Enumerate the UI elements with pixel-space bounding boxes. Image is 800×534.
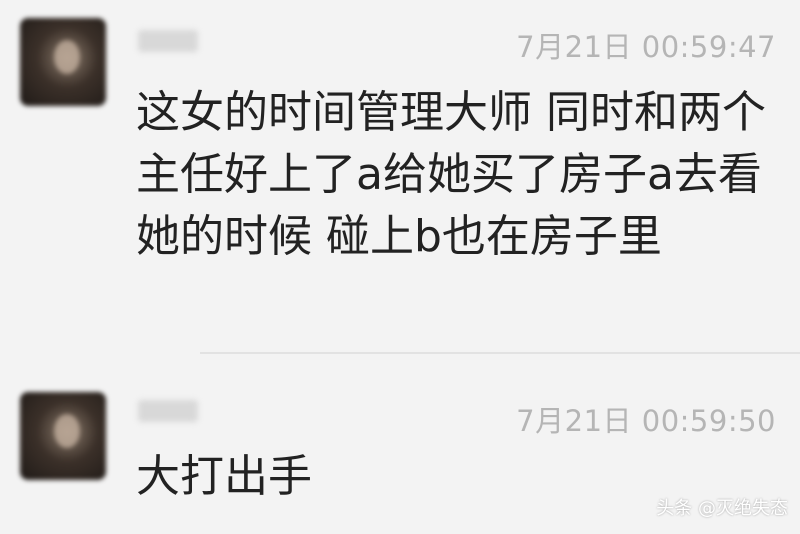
timestamp: 7月21日 00:59:50 — [516, 404, 776, 438]
watermark: 头条 @灭绝失态 — [656, 498, 788, 519]
chat-message: 7月21日 00:59:47 这女的时间管理大师 同时和两个主任好上了a给她买了… — [0, 0, 800, 355]
username — [138, 400, 198, 422]
message-text: 这女的时间管理大师 同时和两个主任好上了a给她买了房子a去看她的时候 碰上b也在… — [136, 87, 766, 262]
avatar[interactable] — [20, 392, 106, 480]
username — [138, 30, 198, 52]
message-divider — [200, 352, 800, 354]
timestamp: 7月21日 00:59:47 — [516, 30, 776, 64]
chat-screen: 7月21日 00:59:47 这女的时间管理大师 同时和两个主任好上了a给她买了… — [0, 0, 800, 534]
avatar[interactable] — [20, 18, 106, 106]
